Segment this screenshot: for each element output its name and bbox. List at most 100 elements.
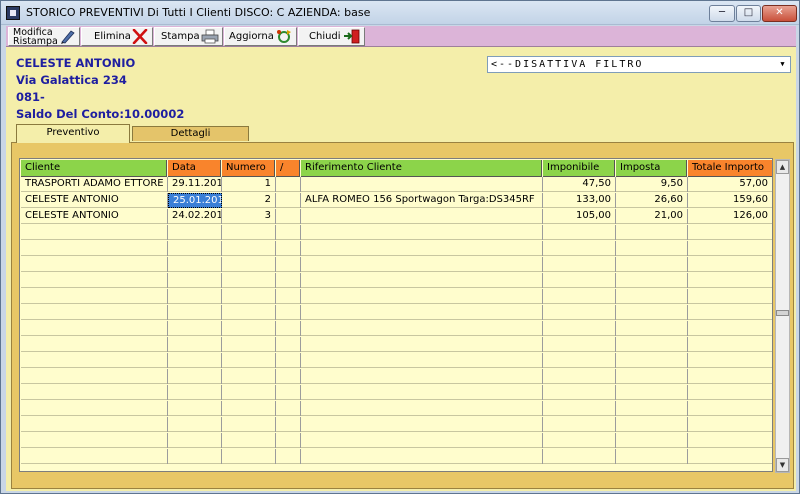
cell-slash[interactable] bbox=[276, 385, 301, 400]
cell-slash[interactable] bbox=[276, 449, 301, 464]
table-row[interactable] bbox=[21, 353, 772, 368]
cell-cliente[interactable] bbox=[21, 241, 168, 256]
cell-imposta[interactable] bbox=[616, 449, 688, 464]
cell-cliente[interactable] bbox=[21, 449, 168, 464]
cell-numero[interactable] bbox=[222, 257, 276, 272]
cell-numero[interactable]: 2 bbox=[222, 193, 276, 208]
table-row[interactable] bbox=[21, 273, 772, 288]
cell-data[interactable] bbox=[168, 401, 222, 416]
cell-imposta[interactable] bbox=[616, 433, 688, 448]
cell-slash[interactable] bbox=[276, 257, 301, 272]
cell-riferimento[interactable] bbox=[301, 289, 543, 304]
filter-dropdown[interactable]: <--DISATTIVA FILTRO ▼ bbox=[487, 56, 791, 73]
cell-imposta[interactable] bbox=[616, 353, 688, 368]
cell-data[interactable] bbox=[168, 305, 222, 320]
table-row[interactable]: CELESTE ANTONIO25.01.20112 ALFA ROMEO 156… bbox=[21, 193, 772, 208]
cell-slash[interactable] bbox=[276, 289, 301, 304]
cell-imposta[interactable] bbox=[616, 225, 688, 240]
cell-totale[interactable] bbox=[688, 305, 772, 320]
table-row[interactable] bbox=[21, 337, 772, 352]
table-row[interactable] bbox=[21, 289, 772, 304]
cell-totale[interactable] bbox=[688, 433, 772, 448]
cell-imposta[interactable] bbox=[616, 241, 688, 256]
vertical-scrollbar[interactable]: ▲ ▼ bbox=[775, 159, 790, 473]
minimize-button[interactable]: ─ bbox=[709, 5, 735, 22]
cell-imponibile[interactable]: 133,00 bbox=[543, 193, 616, 208]
cell-imposta[interactable] bbox=[616, 321, 688, 336]
cell-riferimento[interactable] bbox=[301, 305, 543, 320]
cell-slash[interactable] bbox=[276, 193, 301, 208]
cell-imposta[interactable]: 21,00 bbox=[616, 209, 688, 224]
cell-slash[interactable] bbox=[276, 433, 301, 448]
cell-riferimento[interactable] bbox=[301, 209, 543, 224]
cell-numero[interactable] bbox=[222, 321, 276, 336]
cell-cliente[interactable] bbox=[21, 289, 168, 304]
cell-imposta[interactable] bbox=[616, 289, 688, 304]
cell-numero[interactable]: 3 bbox=[222, 209, 276, 224]
cell-slash[interactable] bbox=[276, 177, 301, 192]
maximize-button[interactable]: □ bbox=[736, 5, 761, 22]
cell-imposta[interactable]: 26,60 bbox=[616, 193, 688, 208]
cell-numero[interactable] bbox=[222, 433, 276, 448]
cell-imponibile[interactable] bbox=[543, 289, 616, 304]
table-row[interactable] bbox=[21, 241, 772, 256]
cell-numero[interactable] bbox=[222, 385, 276, 400]
cell-riferimento[interactable] bbox=[301, 401, 543, 416]
table-row[interactable] bbox=[21, 257, 772, 272]
cell-cliente[interactable] bbox=[21, 369, 168, 384]
cell-imponibile[interactable] bbox=[543, 273, 616, 288]
elimina-button[interactable]: Elimina bbox=[81, 27, 153, 46]
table-row[interactable] bbox=[21, 225, 772, 240]
cell-totale[interactable] bbox=[688, 321, 772, 336]
cell-imponibile[interactable] bbox=[543, 369, 616, 384]
cell-slash[interactable] bbox=[276, 321, 301, 336]
cell-slash[interactable] bbox=[276, 353, 301, 368]
header-cliente[interactable]: Cliente bbox=[21, 160, 167, 177]
cell-imposta[interactable] bbox=[616, 337, 688, 352]
cell-cliente[interactable]: CELESTE ANTONIO bbox=[21, 193, 168, 208]
chevron-down-icon[interactable]: ▼ bbox=[776, 58, 789, 71]
cell-totale[interactable]: 57,00 bbox=[688, 177, 772, 192]
title-bar[interactable]: STORICO PREVENTIVI Di Tutti I Clienti DI… bbox=[1, 1, 799, 25]
preventivi-table[interactable]: Cliente Data Numero / Riferimento Client… bbox=[19, 158, 773, 472]
cell-slash[interactable] bbox=[276, 401, 301, 416]
cell-imponibile[interactable] bbox=[543, 417, 616, 432]
table-row[interactable]: CELESTE ANTONIO24.02.20113 105,0021,00126… bbox=[21, 209, 772, 224]
cell-numero[interactable] bbox=[222, 401, 276, 416]
cell-slash[interactable] bbox=[276, 369, 301, 384]
cell-riferimento[interactable] bbox=[301, 353, 543, 368]
tab-preventivo[interactable]: Preventivo bbox=[16, 124, 130, 143]
cell-totale[interactable] bbox=[688, 273, 772, 288]
cell-riferimento[interactable] bbox=[301, 449, 543, 464]
cell-riferimento[interactable] bbox=[301, 177, 543, 192]
cell-imponibile[interactable] bbox=[543, 401, 616, 416]
table-row[interactable] bbox=[21, 433, 772, 448]
table-row[interactable] bbox=[21, 369, 772, 384]
header-totale[interactable]: Totale Importo bbox=[688, 160, 772, 177]
stampa-button[interactable]: Stampa bbox=[154, 27, 223, 46]
table-row[interactable] bbox=[21, 449, 772, 464]
cell-cliente[interactable] bbox=[21, 337, 168, 352]
header-numero[interactable]: Numero bbox=[222, 160, 275, 177]
cell-cliente[interactable] bbox=[21, 273, 168, 288]
header-imposta[interactable]: Imposta bbox=[616, 160, 687, 177]
scroll-up-button[interactable]: ▲ bbox=[776, 160, 789, 174]
cell-riferimento[interactable] bbox=[301, 385, 543, 400]
cell-imponibile[interactable] bbox=[543, 225, 616, 240]
cell-totale[interactable] bbox=[688, 401, 772, 416]
cell-slash[interactable] bbox=[276, 417, 301, 432]
cell-numero[interactable] bbox=[222, 369, 276, 384]
cell-cliente[interactable] bbox=[21, 401, 168, 416]
header-data[interactable]: Data bbox=[168, 160, 221, 177]
cell-data[interactable] bbox=[168, 417, 222, 432]
cell-slash[interactable] bbox=[276, 273, 301, 288]
cell-data[interactable]: 25.01.2011 bbox=[168, 193, 222, 208]
table-row[interactable]: TRASPORTI ADAMO ETTORE29.11.20101 47,509,… bbox=[21, 177, 772, 192]
cell-imposta[interactable] bbox=[616, 273, 688, 288]
cell-cliente[interactable] bbox=[21, 257, 168, 272]
cell-data[interactable] bbox=[168, 241, 222, 256]
cell-imposta[interactable] bbox=[616, 305, 688, 320]
cell-riferimento[interactable] bbox=[301, 369, 543, 384]
cell-imposta[interactable] bbox=[616, 401, 688, 416]
cell-riferimento[interactable] bbox=[301, 321, 543, 336]
